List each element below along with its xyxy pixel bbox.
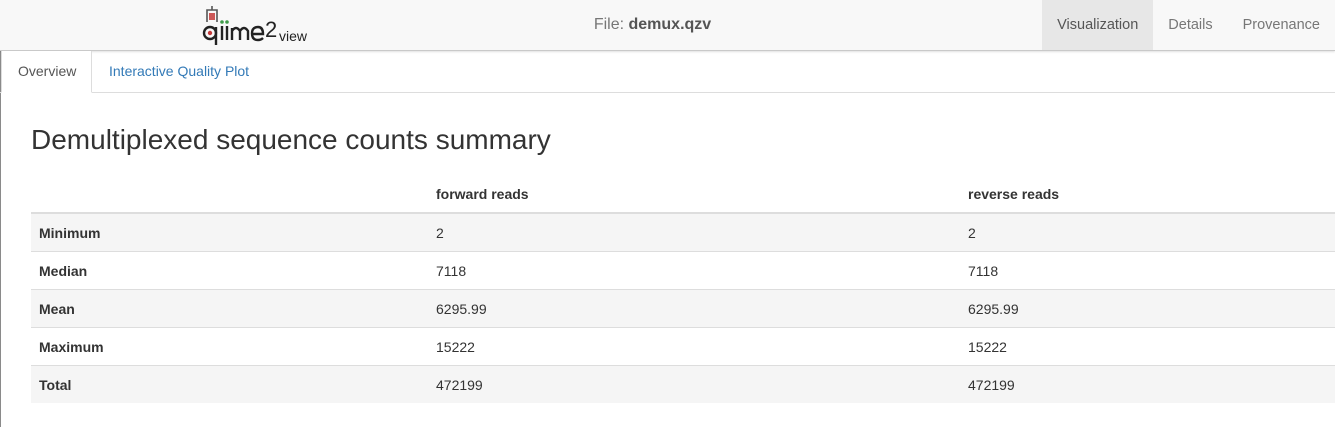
row-label: Total (31, 365, 428, 403)
reverse-value: 7118 (960, 251, 1335, 290)
table-header-row: forward reads reverse reads (31, 176, 1335, 214)
file-name: demux.qzv (628, 16, 712, 33)
reverse-value: 472199 (960, 365, 1335, 403)
tab-bar: Overview Interactive Quality Plot (0, 51, 1335, 93)
forward-value: 7118 (428, 251, 960, 290)
summary-table: forward reads reverse reads Minimum 2 2 … (31, 176, 1335, 403)
table-row: Mean 6295.99 6295.99 (31, 289, 1335, 328)
reverse-value: 6295.99 (960, 289, 1335, 328)
header-forward-reads: forward reads (428, 176, 960, 214)
tab-overview[interactable]: Overview (1, 51, 92, 93)
top-navbar: 2 view File: demux.qzv Visualization Det… (0, 0, 1335, 51)
table-row: Total 472199 472199 (31, 365, 1335, 403)
row-label: Mean (31, 289, 428, 328)
forward-value: 15222 (428, 327, 960, 366)
table-row: Median 7118 7118 (31, 251, 1335, 290)
forward-value: 6295.99 (428, 289, 960, 328)
row-label: Minimum (31, 212, 428, 252)
row-label: Maximum (31, 327, 428, 366)
table-row: Minimum 2 2 (31, 212, 1335, 252)
file-label: File: (593, 16, 625, 33)
nav-visualization[interactable]: Visualization (1042, 0, 1154, 50)
nav-details[interactable]: Details (1153, 0, 1227, 50)
reverse-value: 2 (960, 212, 1335, 252)
row-label: Median (31, 251, 428, 290)
header-reverse-reads: reverse reads (960, 176, 1335, 214)
reverse-value: 15222 (960, 327, 1335, 366)
table-row: Maximum 15222 15222 (31, 327, 1335, 366)
forward-value: 472199 (428, 365, 960, 403)
forward-value: 2 (428, 212, 960, 252)
tab-interactive-quality-plot[interactable]: Interactive Quality Plot (93, 51, 265, 92)
header-blank (31, 176, 428, 214)
page-title: Demultiplexed sequence counts summary (31, 124, 551, 155)
nav-provenance[interactable]: Provenance (1228, 0, 1335, 50)
nav-menu: Visualization Details Provenance (1042, 0, 1335, 50)
